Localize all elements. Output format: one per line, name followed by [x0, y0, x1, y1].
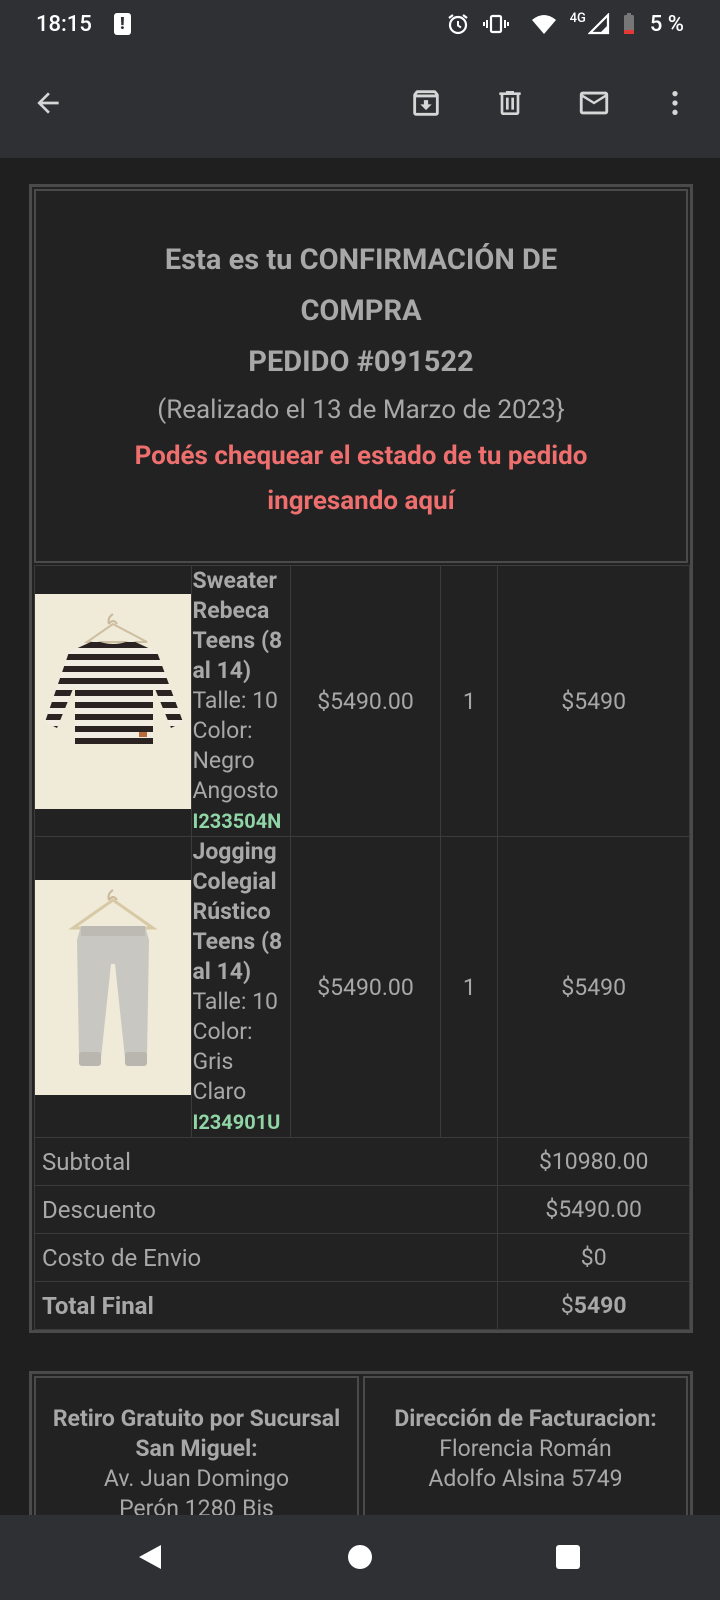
triangle-back-icon — [139, 1545, 161, 1569]
headline-line-2: COMPRA — [300, 294, 422, 328]
wifi-icon — [531, 15, 556, 34]
subtotal-value: $10980.00 — [497, 1137, 690, 1186]
headline-line-1: Esta es tu CONFIRMACIÓN DE — [164, 243, 558, 277]
mail-icon — [579, 91, 609, 115]
order-items-table: Sweater Rebeca Teens (8 al 14) Talle: 10… — [33, 565, 690, 1330]
product-image-cell — [33, 836, 193, 1138]
nav-back-button[interactable] — [128, 1535, 172, 1579]
order-date: (Realizado el 13 de Marzo de 2023} — [157, 395, 565, 425]
circle-home-icon — [348, 1545, 372, 1569]
more-options-button[interactable] — [651, 79, 699, 127]
table-row: Sweater Rebeca Teens (8 al 14) Talle: 10… — [33, 565, 690, 837]
discount-row: Descuento $5490.00 — [33, 1185, 690, 1234]
discount-value: $5490.00 — [497, 1185, 690, 1234]
order-header: Esta es tu CONFIRMACIÓN DE COMPRA PEDIDO… — [34, 189, 688, 563]
product-image-cell — [33, 565, 193, 837]
product-total: $5490 — [497, 836, 690, 1138]
billing-address: Dirección de Facturacion: Florencia Romá… — [363, 1376, 688, 1515]
alarm-icon — [447, 14, 468, 35]
product-size: Talle: 10 — [192, 988, 278, 1015]
arrow-back-icon — [37, 92, 59, 114]
billing-line-2: Adolfo Alsina 5749 — [428, 1465, 623, 1492]
alert-notification-icon: ! — [113, 13, 131, 35]
square-recents-icon — [556, 1545, 580, 1569]
subtotal-label: Subtotal — [33, 1137, 499, 1186]
product-price: $5490.00 — [289, 836, 442, 1138]
email-toolbar — [0, 48, 720, 158]
order-number: PEDIDO #091522 — [248, 345, 474, 379]
mark-unread-button[interactable] — [570, 79, 618, 127]
archive-button[interactable] — [402, 79, 450, 127]
delete-button[interactable] — [486, 79, 534, 127]
address-table: Retiro Gratuito por Sucursal San Miguel:… — [29, 1371, 693, 1515]
pickup-address: Retiro Gratuito por Sucursal San Miguel:… — [34, 1376, 359, 1515]
trash-icon — [499, 91, 521, 115]
product-sku: I234901U — [192, 1110, 281, 1134]
product-size: Talle: 10 — [192, 687, 278, 714]
nav-recents-button[interactable] — [546, 1535, 590, 1579]
product-image-jogging[interactable] — [35, 879, 191, 1095]
product-name[interactable]: Jogging Colegial Rústico Teens (8 al 14) — [192, 837, 289, 987]
status-time: 18:15 — [36, 11, 92, 37]
order-status-link-line-2: ingresando aquí — [267, 486, 455, 516]
product-name[interactable]: Sweater Rebeca Teens (8 al 14) — [192, 566, 289, 686]
discount-label: Descuento — [33, 1185, 499, 1234]
nav-home-button[interactable] — [338, 1535, 382, 1579]
order-status-link[interactable]: Podés chequear el estado de tu pedido in… — [135, 434, 588, 524]
subtotal-row: Subtotal $10980.00 — [33, 1137, 690, 1186]
product-price: $5490.00 — [289, 565, 442, 837]
pickup-line-2: Perón 1280 Bis — [119, 1495, 274, 1515]
order-confirmation-table: Esta es tu CONFIRMACIÓN DE COMPRA PEDIDO… — [29, 184, 693, 1333]
status-bar: 18:15 ! 4G 5 % — [0, 0, 720, 48]
order-status-link-line-1: Podés chequear el estado de tu pedido — [134, 441, 588, 471]
product-total: $5490 — [497, 565, 690, 837]
back-button[interactable] — [24, 79, 72, 127]
pickup-title: Retiro Gratuito por Sucursal San Miguel: — [52, 1405, 341, 1462]
shipping-value: $0 — [497, 1233, 690, 1282]
battery-percent: 5 % — [649, 11, 684, 37]
billing-title: Dirección de Facturacion: — [394, 1405, 657, 1432]
shipping-row: Costo de Envio $0 — [33, 1233, 690, 1282]
total-label: Total Final — [33, 1281, 499, 1330]
system-navigation-bar — [0, 1515, 720, 1600]
archive-icon — [413, 90, 439, 116]
product-color: Color: Negro Angosto — [192, 717, 279, 804]
total-value: 5490 — [573, 1292, 627, 1319]
total-currency: $ — [560, 1292, 574, 1319]
total-value-cell: $5490 — [497, 1281, 690, 1330]
product-color: Color: Gris Claro — [192, 1018, 253, 1105]
product-quantity: 1 — [440, 565, 499, 837]
product-image-sweater[interactable] — [35, 593, 191, 809]
email-body[interactable]: Esta es tu CONFIRMACIÓN DE COMPRA PEDIDO… — [0, 158, 720, 1515]
billing-line-1: Florencia Román — [439, 1435, 612, 1462]
more-vert-icon — [672, 91, 678, 115]
product-description: Sweater Rebeca Teens (8 al 14) Talle: 10… — [191, 565, 291, 837]
product-quantity: 1 — [440, 836, 499, 1138]
shipping-label: Costo de Envio — [33, 1233, 499, 1282]
product-description: Jogging Colegial Rústico Teens (8 al 14)… — [191, 836, 291, 1138]
signal-icon — [587, 13, 609, 35]
vibrate-icon — [482, 14, 509, 34]
battery-low-icon — [623, 13, 634, 34]
pickup-line-1: Av. Juan Domingo — [103, 1465, 290, 1492]
table-row: Jogging Colegial Rústico Teens (8 al 14)… — [33, 836, 690, 1138]
total-row: Total Final $5490 — [33, 1281, 690, 1330]
product-sku: I233504N — [192, 809, 282, 833]
network-type: 4G — [569, 10, 586, 26]
